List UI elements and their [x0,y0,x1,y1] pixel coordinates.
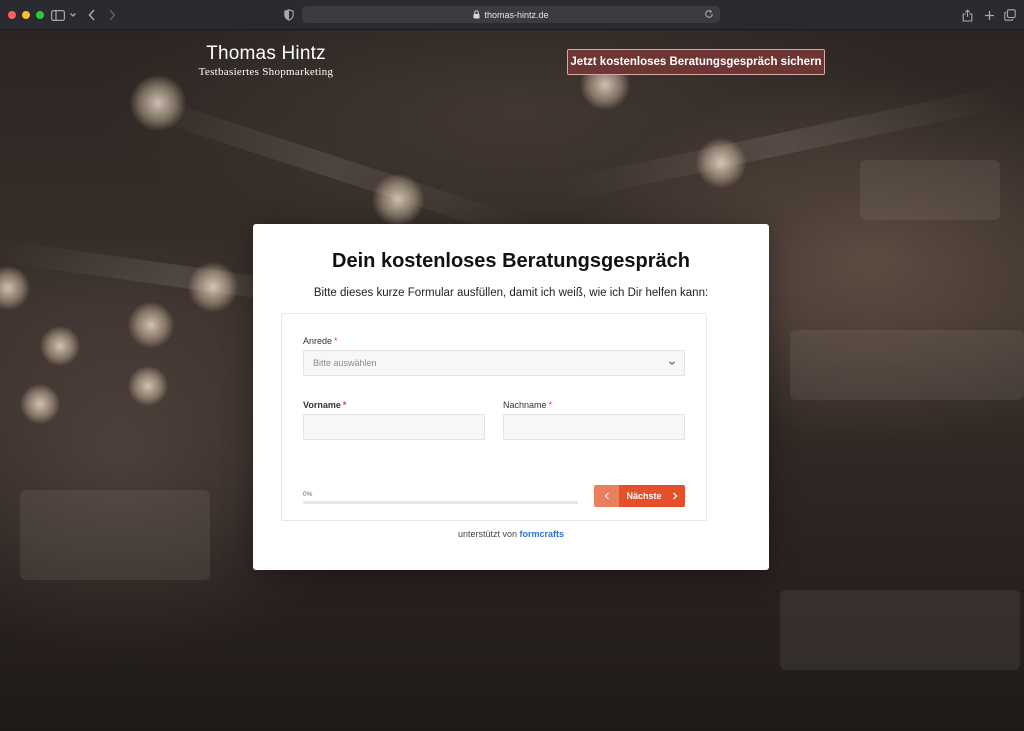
background-light [130,75,186,131]
window-controls [8,11,44,19]
forward-button[interactable] [106,7,118,23]
previous-button[interactable] [594,485,619,507]
lock-icon [473,10,480,19]
site-logo[interactable]: Thomas Hintz Testbasiertes Shopmarketing [196,43,336,79]
chevron-right-icon [672,492,677,500]
share-button[interactable] [960,7,974,23]
progress-label: 0% [303,491,313,498]
form-title: Dein kostenloses Beratungsgespräch [332,250,690,272]
reload-icon[interactable] [704,9,714,19]
shield-icon [284,9,294,21]
page-background: Thomas Hintz Testbasiertes Shopmarketing… [0,30,1024,731]
vorname-input[interactable] [303,414,485,440]
plus-icon [984,10,994,20]
url-text: thomas-hintz.de [484,9,549,20]
background-beam [126,90,533,242]
next-button[interactable]: Nächste [619,485,685,507]
form-subtitle: Bitte dieses kurze Formular ausfüllen, d… [313,287,709,299]
forward-icon [109,9,116,21]
brand-tagline: Testbasiertes Shopmarketing [198,66,334,78]
nachname-label: Nachname * [503,400,553,410]
consultation-form-card: Dein kostenloses Beratungsgespräch Bitte… [253,224,769,570]
brand-name: Thomas Hintz [206,43,326,64]
back-button[interactable] [86,7,98,23]
privacy-report-button[interactable] [283,7,295,23]
anrede-select[interactable]: Bitte auswählen [303,350,685,376]
progress-bar [303,501,578,504]
background-light [40,326,80,366]
cta-button[interactable]: Jetzt kostenloses Beratungsgespräch sich… [567,49,825,75]
minimize-window-button[interactable] [22,11,30,19]
new-tab-button[interactable] [982,7,996,23]
background-shelf [860,160,1000,220]
background-light [188,262,238,312]
required-marker: * [342,400,347,410]
powered-by-text: unterstützt von [457,529,517,539]
back-icon [88,9,95,21]
share-icon [962,8,972,22]
nachname-input[interactable] [503,414,685,440]
form-navigation: Nächste [594,485,685,507]
background-light [128,366,168,406]
background-light [372,174,424,226]
background-shelf [790,330,1024,400]
background-shelf [20,490,210,580]
next-label: Nächste [626,491,662,501]
chevron-down-icon [70,13,76,17]
formcrafts-link[interactable]: formcrafts [520,529,565,539]
sidebar-icon [51,9,65,21]
sidebar-toggle-button[interactable] [51,7,77,23]
tabs-icon [1004,9,1016,21]
required-marker: * [334,336,338,346]
zoom-window-button[interactable] [36,11,44,19]
background-light [20,384,60,424]
vorname-label: Vorname * [303,400,347,410]
required-marker: * [548,400,553,410]
background-light [696,138,746,188]
anrede-label: Anrede * [303,336,338,346]
chevron-down-icon [668,359,676,367]
close-window-button[interactable] [8,11,16,19]
anrede-placeholder: Bitte auswählen [313,358,377,368]
address-bar[interactable]: thomas-hintz.de [302,6,720,23]
tab-overview-button[interactable] [1003,7,1017,23]
background-shelf [780,590,1020,670]
background-light [0,266,30,310]
form-container: Anrede * Bitte auswählen Vorname * Nachnam… [281,313,707,521]
chevron-left-icon [604,492,609,500]
browser-toolbar: thomas-hintz.de [0,0,1024,30]
powered-by: unterstützt von formcrafts [253,529,769,539]
background-light [128,302,174,348]
